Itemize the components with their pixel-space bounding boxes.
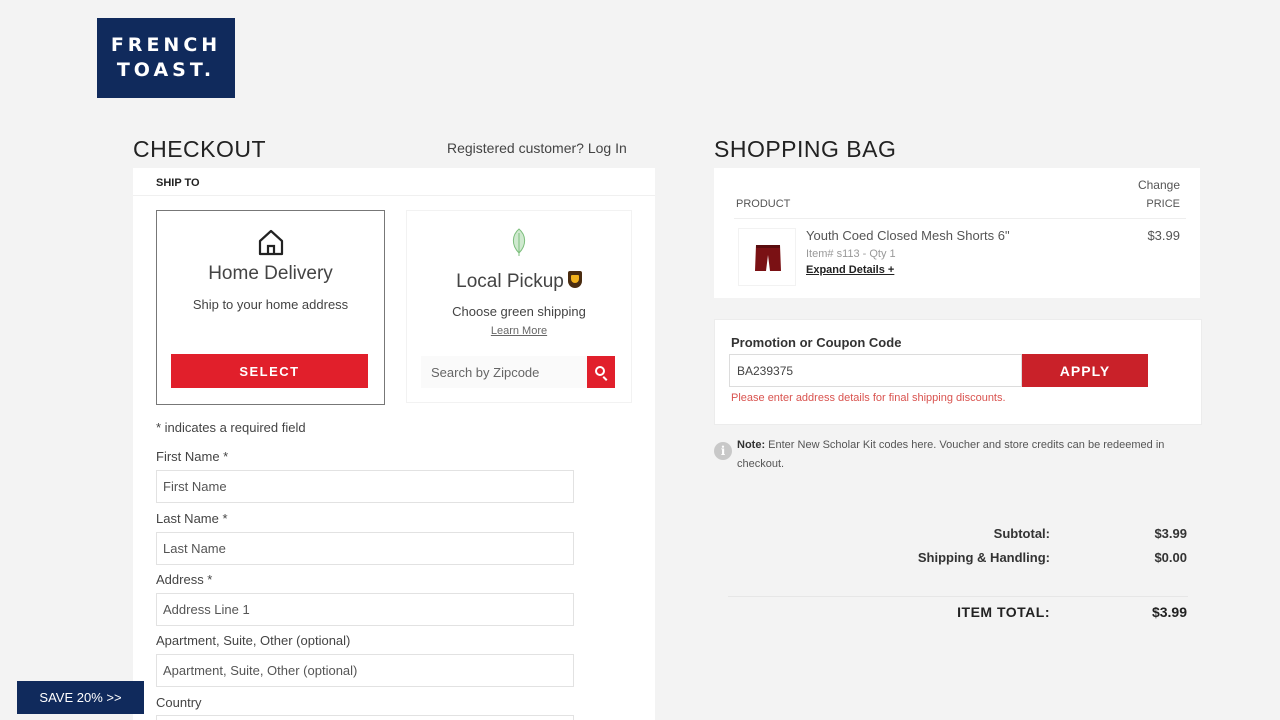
apply-promo-button[interactable]: APPLY — [1022, 354, 1148, 387]
leaf-icon — [512, 228, 526, 256]
brand-logo[interactable]: FRENCH TOAST. — [97, 18, 235, 98]
subtotal-label: Subtotal: — [993, 526, 1050, 541]
expand-details-link[interactable]: Expand Details + — [806, 264, 894, 276]
local-pickup-subtitle: Choose green shipping — [452, 304, 586, 319]
house-icon — [258, 229, 284, 256]
brand-logo-line1: FRENCH — [110, 34, 222, 56]
totals-divider — [728, 596, 1188, 597]
local-pickup-title-text: Local Pickup — [456, 271, 564, 292]
info-icon: i — [714, 442, 732, 460]
apartment-field[interactable] — [156, 654, 574, 687]
product-price: $3.99 — [1147, 228, 1180, 243]
divider — [734, 218, 1186, 219]
shipping-value: $0.00 — [1154, 550, 1187, 565]
first-name-field[interactable] — [156, 470, 574, 503]
price-column-header: PRICE — [1146, 198, 1180, 210]
search-icon — [595, 366, 605, 376]
product-meta: Item# s113 - Qty 1 — [806, 248, 896, 260]
change-bag-link[interactable]: Change — [1138, 178, 1180, 192]
checkout-title: CHECKOUT — [133, 136, 267, 162]
address-field[interactable] — [156, 593, 574, 626]
divider — [133, 195, 655, 196]
item-total-value: $3.99 — [1151, 604, 1187, 620]
country-field[interactable] — [156, 715, 574, 720]
subtotal-value: $3.99 — [1154, 526, 1187, 541]
country-label: Country — [156, 695, 202, 710]
item-total-label: ITEM TOTAL: — [957, 604, 1050, 620]
shipping-panel: SHIP TO Home Delivery Ship to your home … — [133, 168, 655, 720]
promo-code-panel: Promotion or Coupon Code APPLY Please en… — [714, 319, 1202, 425]
login-prompt: Registered customer? Log In — [447, 140, 627, 156]
shopping-bag-panel: Change PRODUCT PRICE Youth Coed Closed M… — [714, 168, 1200, 298]
zipcode-search-input[interactable] — [421, 356, 587, 388]
brand-logo-line2: TOAST. — [116, 59, 216, 81]
ship-to-heading: SHIP TO — [156, 177, 200, 189]
apartment-label: Apartment, Suite, Other (optional) — [156, 633, 351, 648]
local-pickup-title: Local Pickup — [407, 271, 631, 293]
learn-more-link[interactable]: Learn More — [407, 325, 631, 337]
product-thumbnail[interactable] — [738, 228, 796, 286]
note-body: Enter New Scholar Kit codes here. Vouche… — [737, 439, 1165, 470]
shorts-product-image — [755, 245, 781, 271]
zipcode-search-button[interactable] — [587, 356, 615, 388]
last-name-label: Last Name * — [156, 511, 228, 526]
promo-code-input[interactable] — [729, 354, 1022, 387]
promo-error-message: Please enter address details for final s… — [731, 392, 1006, 404]
product-column-header: PRODUCT — [736, 198, 791, 210]
note-bold-label: Note: — [737, 439, 766, 451]
required-field-note: * indicates a required field — [156, 420, 306, 435]
select-home-delivery-button[interactable]: SELECT — [171, 354, 368, 388]
registered-customer-text: Registered customer? — [447, 140, 584, 156]
product-name[interactable]: Youth Coed Closed Mesh Shorts 6" — [806, 228, 1010, 243]
address-label: Address * — [156, 572, 213, 587]
ups-icon — [567, 271, 582, 288]
shipping-label: Shipping & Handling: — [917, 550, 1050, 565]
login-link[interactable]: Log In — [588, 140, 627, 156]
last-name-field[interactable] — [156, 532, 574, 565]
first-name-label: First Name * — [156, 449, 229, 464]
promo-note-text: Note: Enter New Scholar Kit codes here. … — [737, 436, 1177, 474]
save-promo-banner[interactable]: SAVE 20% >> — [17, 681, 144, 714]
local-pickup-card[interactable]: Local Pickup Choose green shipping Learn… — [406, 210, 632, 403]
home-delivery-subtitle: Ship to your home address — [192, 297, 349, 312]
shopping-bag-title: SHOPPING BAG — [714, 136, 897, 162]
promo-code-label: Promotion or Coupon Code — [731, 335, 902, 350]
home-delivery-card[interactable]: Home Delivery Ship to your home address … — [156, 210, 385, 405]
home-delivery-title: Home Delivery — [208, 263, 333, 284]
